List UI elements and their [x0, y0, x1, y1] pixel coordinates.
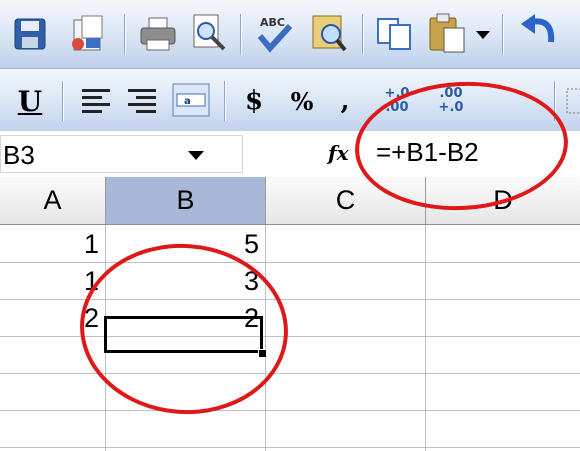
standard-toolbar: ABC	[0, 0, 580, 69]
copy-icon[interactable]	[374, 12, 416, 54]
print-icon[interactable]	[138, 14, 178, 54]
svg-text:a: a	[184, 96, 191, 107]
merge-center-button[interactable]: a	[170, 79, 212, 121]
align-right-icon	[128, 89, 156, 113]
merge-center-icon: a	[172, 83, 210, 117]
borders-button[interactable]	[564, 83, 580, 119]
toolbar-separator	[362, 14, 363, 54]
research-icon[interactable]	[306, 10, 352, 56]
undo-icon[interactable]	[514, 10, 564, 56]
gridline	[0, 447, 580, 448]
spelling-icon[interactable]: ABC	[252, 10, 298, 56]
comma-style-button[interactable]: ,	[330, 81, 360, 121]
cell-a1[interactable]: 1	[0, 226, 105, 262]
column-header-b[interactable]: B	[106, 177, 266, 225]
save-icon[interactable]	[10, 14, 50, 54]
permission-icon[interactable]	[66, 12, 110, 56]
gridline	[425, 225, 426, 451]
svg-text:ABC: ABC	[260, 16, 285, 29]
borders-icon	[566, 88, 580, 114]
toolbar-separator	[224, 81, 225, 121]
align-left-button[interactable]	[76, 81, 116, 121]
column-header-a[interactable]: A	[0, 177, 106, 225]
gridline	[0, 410, 580, 411]
insert-function-button[interactable]: fx	[328, 141, 349, 165]
currency-style-button[interactable]: $	[236, 81, 272, 121]
name-box-value: B3	[3, 140, 35, 170]
paste-options-dropdown[interactable]	[474, 28, 492, 42]
toolbar-separator	[240, 14, 241, 54]
gridline	[0, 373, 580, 374]
toolbar-separator	[62, 81, 63, 121]
align-left-icon	[82, 89, 110, 113]
percent-style-button[interactable]: %	[282, 81, 322, 121]
align-right-button[interactable]	[122, 81, 162, 121]
print-preview-icon[interactable]	[188, 12, 230, 54]
chevron-down-icon	[476, 31, 490, 39]
underline-button[interactable]: U	[10, 81, 50, 121]
chevron-down-icon[interactable]	[188, 151, 204, 160]
toolbar-separator	[502, 14, 503, 54]
name-box[interactable]: B3	[0, 135, 243, 173]
paste-icon[interactable]	[424, 10, 470, 56]
toolbar-separator	[124, 14, 125, 54]
